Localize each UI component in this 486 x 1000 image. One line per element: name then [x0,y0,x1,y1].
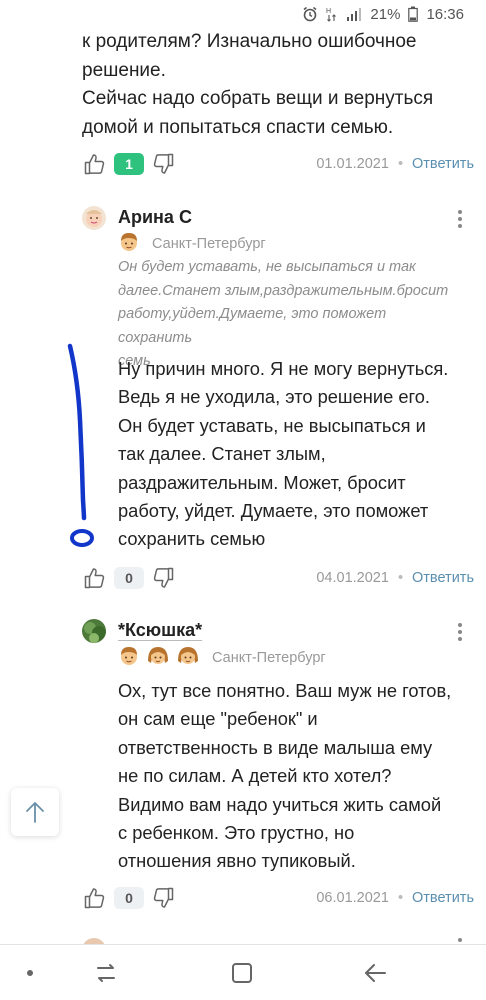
text-line: сохранить семью [118,528,266,550]
likes-count: 0 [114,887,144,909]
comment-date: 01.01.2021 [316,156,389,172]
more-options-icon[interactable] [452,206,468,232]
boy-child-icon [118,645,140,672]
text-line: так далее. Станет злым, [118,443,326,465]
battery-icon [408,6,419,22]
text-line: работу, уйдет. Думаете, это поможет [118,500,429,522]
text-line: Сейчас надо собрать вещи и вернуться [82,88,434,109]
comment-date: 06.01.2021 [316,890,389,906]
text-line: отношения явно тупиковый. [118,850,356,872]
thumb-up-icon [84,154,105,175]
alarm-icon [302,6,318,22]
comment-meta: 06.01.2021 • Ответить [316,890,474,906]
avatar[interactable] [82,619,106,643]
comment-actions: 0 06.01.2021 • Ответить [82,884,474,912]
comment-meta: 04.01.2021 • Ответить [316,570,474,586]
quote-line: работу,уйдет.Думаете, это поможет сохран… [118,306,387,346]
thumb-up-icon [84,568,105,589]
like-button[interactable] [82,885,108,911]
text-line: ответственность в виде малыша ему [118,736,433,758]
quote-line: далее.Станет злым,раздражительным.бросит [118,282,449,299]
text-line: не по силам. А детей кто хотел? [118,765,392,787]
text-line: Ох, тут все понятно. Ваш муж не готов, [118,680,452,701]
author-info: Санкт-Петербург [118,232,266,256]
boy-child-icon [118,231,140,258]
text-line: он сам еще "ребенок" и [118,708,318,730]
quote-line: Он будет уставать, не высыпаться и так [118,259,416,275]
avatar[interactable] [82,206,106,230]
like-button[interactable] [82,151,108,177]
prev-comment-actions: 1 01.01.2021 • Ответить [82,150,474,178]
like-button[interactable] [82,565,108,591]
dislike-button[interactable] [150,565,176,591]
home-icon[interactable] [226,959,258,987]
text-line: к родителям? Изначально ошибочное [82,31,417,52]
thumb-up-icon [84,888,105,909]
separator-dot: • [397,156,404,172]
scroll-to-top-button[interactable] [11,788,59,836]
hand-drawn-annotation [67,343,94,547]
nav-dot-icon[interactable] [14,959,46,987]
comment-actions: 0 04.01.2021 • Ответить [82,564,474,592]
arrow-up-icon [26,802,44,823]
recent-apps-icon[interactable] [90,959,122,987]
thumb-down-icon [153,567,174,588]
thumb-down-icon [153,887,174,908]
text-line: Ведь я не уходила, это решение его. [118,386,431,408]
text-line: Видимо вам надо учиться жить самой [118,793,442,815]
text-line: раздражительным. Может, бросит [118,471,406,493]
text-line: домой и попытаться спасти семью. [82,116,394,138]
dislike-button[interactable] [150,885,176,911]
separator-dot: • [397,570,404,586]
likes-count: 0 [114,567,144,589]
more-options-icon[interactable] [458,938,462,942]
thumb-down-icon [153,153,174,174]
svg-text:H: H [326,8,331,15]
prev-comment-text: к родителям? Изначально ошибочное решени… [82,28,472,142]
author-name[interactable]: *Ксюшка* [118,620,202,641]
text-line: Он будет уставать, не высыпаться и [118,414,426,436]
data-icon: H [326,6,338,22]
comment-date: 04.01.2021 [316,570,389,586]
signal-icon [346,7,362,21]
separator-dot: • [397,890,404,906]
dislike-button[interactable] [150,151,176,177]
text-line: решение. [82,59,166,81]
reply-link[interactable]: Ответить [412,890,474,906]
more-options-icon[interactable] [452,619,468,645]
reply-link[interactable]: Ответить [412,156,474,172]
text-line: Ну причин много. Я не могу вернуться. [118,358,449,379]
text-line: с ребенком. Это грустно, но [118,822,355,844]
author-info: Санкт-Петербург [118,646,326,670]
comment-text: Ох, тут все понятно. Ваш муж не готов, о… [118,677,474,876]
system-nav-bar [0,944,486,1000]
battery-percent: 21% [370,5,401,23]
reply-link[interactable]: Ответить [412,570,474,586]
author-name[interactable]: Арина С [118,207,192,228]
girl-child-icon [146,645,170,672]
author-city: Санкт-Петербург [152,236,266,252]
comment-meta: 01.01.2021 • Ответить [316,156,474,172]
clock: 16:36 [426,5,464,23]
author-city: Санкт-Петербург [212,650,326,666]
comment-text: Ну причин много. Я не могу вернуться. Ве… [118,355,474,554]
likes-count: 1 [114,153,144,175]
back-icon[interactable] [360,959,392,987]
girl-child-icon [176,645,200,672]
status-bar: H 21% 16:36 [0,0,486,28]
